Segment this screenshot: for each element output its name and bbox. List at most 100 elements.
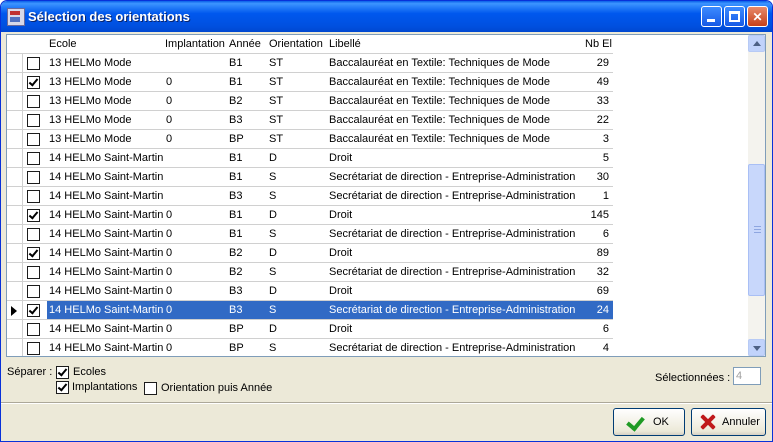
row-checkbox-cell xyxy=(23,73,47,91)
table-row[interactable]: 14 HELMo Saint-Martin B3 S Secrétariat de d… xyxy=(7,187,613,206)
cell-orientation: S xyxy=(269,190,277,202)
scroll-thumb[interactable] xyxy=(748,164,765,296)
row-checkbox[interactable] xyxy=(27,133,40,146)
orientations-grid[interactable]: Ecole Implantation Année Orientation Lib… xyxy=(6,34,766,357)
row-header[interactable] xyxy=(7,244,23,262)
cell-nb-el: 6 xyxy=(602,228,609,240)
table-row[interactable]: 13 HELMo Mode 0 B3 ST Baccalauréat en Textil… xyxy=(7,111,613,130)
row-header[interactable] xyxy=(7,111,23,129)
row-header[interactable] xyxy=(7,187,23,205)
cell-implantation: 0 xyxy=(166,266,173,278)
scroll-down-button[interactable] xyxy=(748,339,765,356)
column-header-annee[interactable]: Année xyxy=(229,38,261,50)
dialog-window: Sélection des orientations ✕ Ecole Impla… xyxy=(0,0,773,442)
cell-ecole: 14 HELMo Saint-Martin xyxy=(49,190,164,202)
row-header[interactable] xyxy=(7,263,23,281)
row-checkbox[interactable] xyxy=(27,304,40,317)
cell-libelle: Secrétariat de direction - Entreprise-Ad… xyxy=(329,266,576,278)
row-checkbox[interactable] xyxy=(27,114,40,127)
row-checkbox[interactable] xyxy=(27,95,40,108)
column-header-ecole[interactable]: Ecole xyxy=(49,38,77,50)
cell-annee: BP xyxy=(229,342,244,354)
row-checkbox[interactable] xyxy=(27,342,40,355)
cell-ecole: 13 HELMo Mode xyxy=(49,133,132,145)
row-header[interactable] xyxy=(7,92,23,110)
table-row[interactable]: 14 HELMo Saint-Martin 0 B1 S Secrétariat de … xyxy=(7,225,613,244)
row-checkbox[interactable] xyxy=(27,209,40,222)
cell-annee: B2 xyxy=(229,266,243,278)
table-row[interactable]: 13 HELMo Mode 0 BP ST Baccalauréat en Textil… xyxy=(7,130,613,149)
close-icon: ✕ xyxy=(752,10,763,24)
row-header[interactable] xyxy=(7,339,23,356)
row-header[interactable] xyxy=(7,206,23,224)
column-header-libelle[interactable]: Libellé xyxy=(329,38,361,50)
scroll-up-button[interactable] xyxy=(748,35,765,52)
table-row[interactable]: 14 HELMo Saint-Martin 0 B1 D Droit 145 xyxy=(7,206,613,225)
maximize-button[interactable] xyxy=(724,6,745,27)
row-header[interactable] xyxy=(7,320,23,338)
row-header[interactable] xyxy=(7,73,23,91)
cell-annee: B1 xyxy=(229,209,243,221)
ecoles-label: Ecoles xyxy=(73,366,107,378)
cell-libelle: Droit xyxy=(329,285,353,297)
title-bar[interactable]: Sélection des orientations ✕ xyxy=(1,1,772,32)
cancel-button[interactable]: Annuler xyxy=(691,408,766,436)
row-checkbox[interactable] xyxy=(27,76,40,89)
cell-nb-el: 24 xyxy=(579,301,613,319)
row-header[interactable] xyxy=(7,149,23,167)
cell-orientation: ST xyxy=(269,76,284,88)
cell-implantation: 0 xyxy=(166,114,173,126)
table-row[interactable]: 14 HELMo Saint-Martin 0 B2 D Droit 89 xyxy=(7,244,613,263)
table-row[interactable]: 14 HELMo Saint-Martin 0 B3 S Secrétariat de … xyxy=(7,301,613,320)
column-header-nb-el[interactable]: Nb El xyxy=(585,38,612,50)
row-checkbox[interactable] xyxy=(27,247,40,260)
table-row[interactable]: 14 HELMo Saint-Martin 0 B3 D Droit 69 xyxy=(7,282,613,301)
row-header[interactable] xyxy=(7,225,23,243)
row-checkbox[interactable] xyxy=(27,171,40,184)
table-row[interactable]: 14 HELMo Saint-Martin 0 B2 S Secrétariat de … xyxy=(7,263,613,282)
ecoles-checkbox[interactable] xyxy=(56,366,69,379)
row-checkbox[interactable] xyxy=(27,285,40,298)
row-checkbox[interactable] xyxy=(27,190,40,203)
ok-button-label: OK xyxy=(653,416,669,428)
cell-nb-el: 33 xyxy=(596,95,609,107)
row-header[interactable] xyxy=(7,54,23,72)
table-row[interactable]: 14 HELMo Saint-Martin B1 S Secrétariat de d… xyxy=(7,168,613,187)
column-header-implantation[interactable]: Implantation xyxy=(165,38,225,50)
row-checkbox-cell xyxy=(23,282,47,300)
ok-button[interactable]: OK xyxy=(613,408,685,436)
cell-libelle: Secrétariat de direction - Entreprise-Ad… xyxy=(327,301,579,319)
table-row[interactable]: 14 HELMo Saint-Martin 0 BP S Secrétariat de … xyxy=(7,339,613,356)
cell-ecole: 13 HELMo Mode xyxy=(49,57,132,69)
cell-libelle: Droit xyxy=(329,323,353,335)
cell-implantation: 0 xyxy=(166,209,173,221)
cell-implantation xyxy=(165,168,227,186)
row-checkbox[interactable] xyxy=(27,323,40,336)
orientation-puis-annee-checkbox[interactable] xyxy=(144,382,157,395)
close-button[interactable]: ✕ xyxy=(747,6,768,27)
cell-implantation: 0 xyxy=(166,285,173,297)
vertical-scrollbar[interactable] xyxy=(748,35,765,356)
row-checkbox[interactable] xyxy=(27,266,40,279)
table-row[interactable]: 13 HELMo Mode 0 B2 ST Baccalauréat en Textil… xyxy=(7,92,613,111)
row-header[interactable] xyxy=(7,168,23,186)
cell-ecole: 14 HELMo Saint-Martin xyxy=(49,342,164,354)
row-header[interactable] xyxy=(7,130,23,148)
column-header-orientation[interactable]: Orientation xyxy=(269,38,323,50)
row-checkbox-cell xyxy=(23,225,47,243)
cell-nb-el: 32 xyxy=(596,266,609,278)
implantations-checkbox[interactable] xyxy=(56,381,69,394)
table-row[interactable]: 14 HELMo Saint-Martin B1 D Droit 5 xyxy=(7,149,613,168)
row-header[interactable] xyxy=(7,301,23,319)
table-row[interactable]: 13 HELMo Mode B1 ST Baccalauréat en Textile… xyxy=(7,54,613,73)
row-header[interactable] xyxy=(7,282,23,300)
cell-annee: B2 xyxy=(229,247,243,259)
table-row[interactable]: 13 HELMo Mode 0 B1 ST Baccalauréat en Textil… xyxy=(7,73,613,92)
minimize-button[interactable] xyxy=(701,6,722,27)
row-checkbox[interactable] xyxy=(27,57,40,70)
cell-annee: BP xyxy=(229,133,244,145)
table-row[interactable]: 14 HELMo Saint-Martin 0 BP D Droit 6 xyxy=(7,320,613,339)
cell-libelle: Baccalauréat en Textile: Techniques de M… xyxy=(329,76,550,88)
row-checkbox[interactable] xyxy=(27,228,40,241)
row-checkbox[interactable] xyxy=(27,152,40,165)
